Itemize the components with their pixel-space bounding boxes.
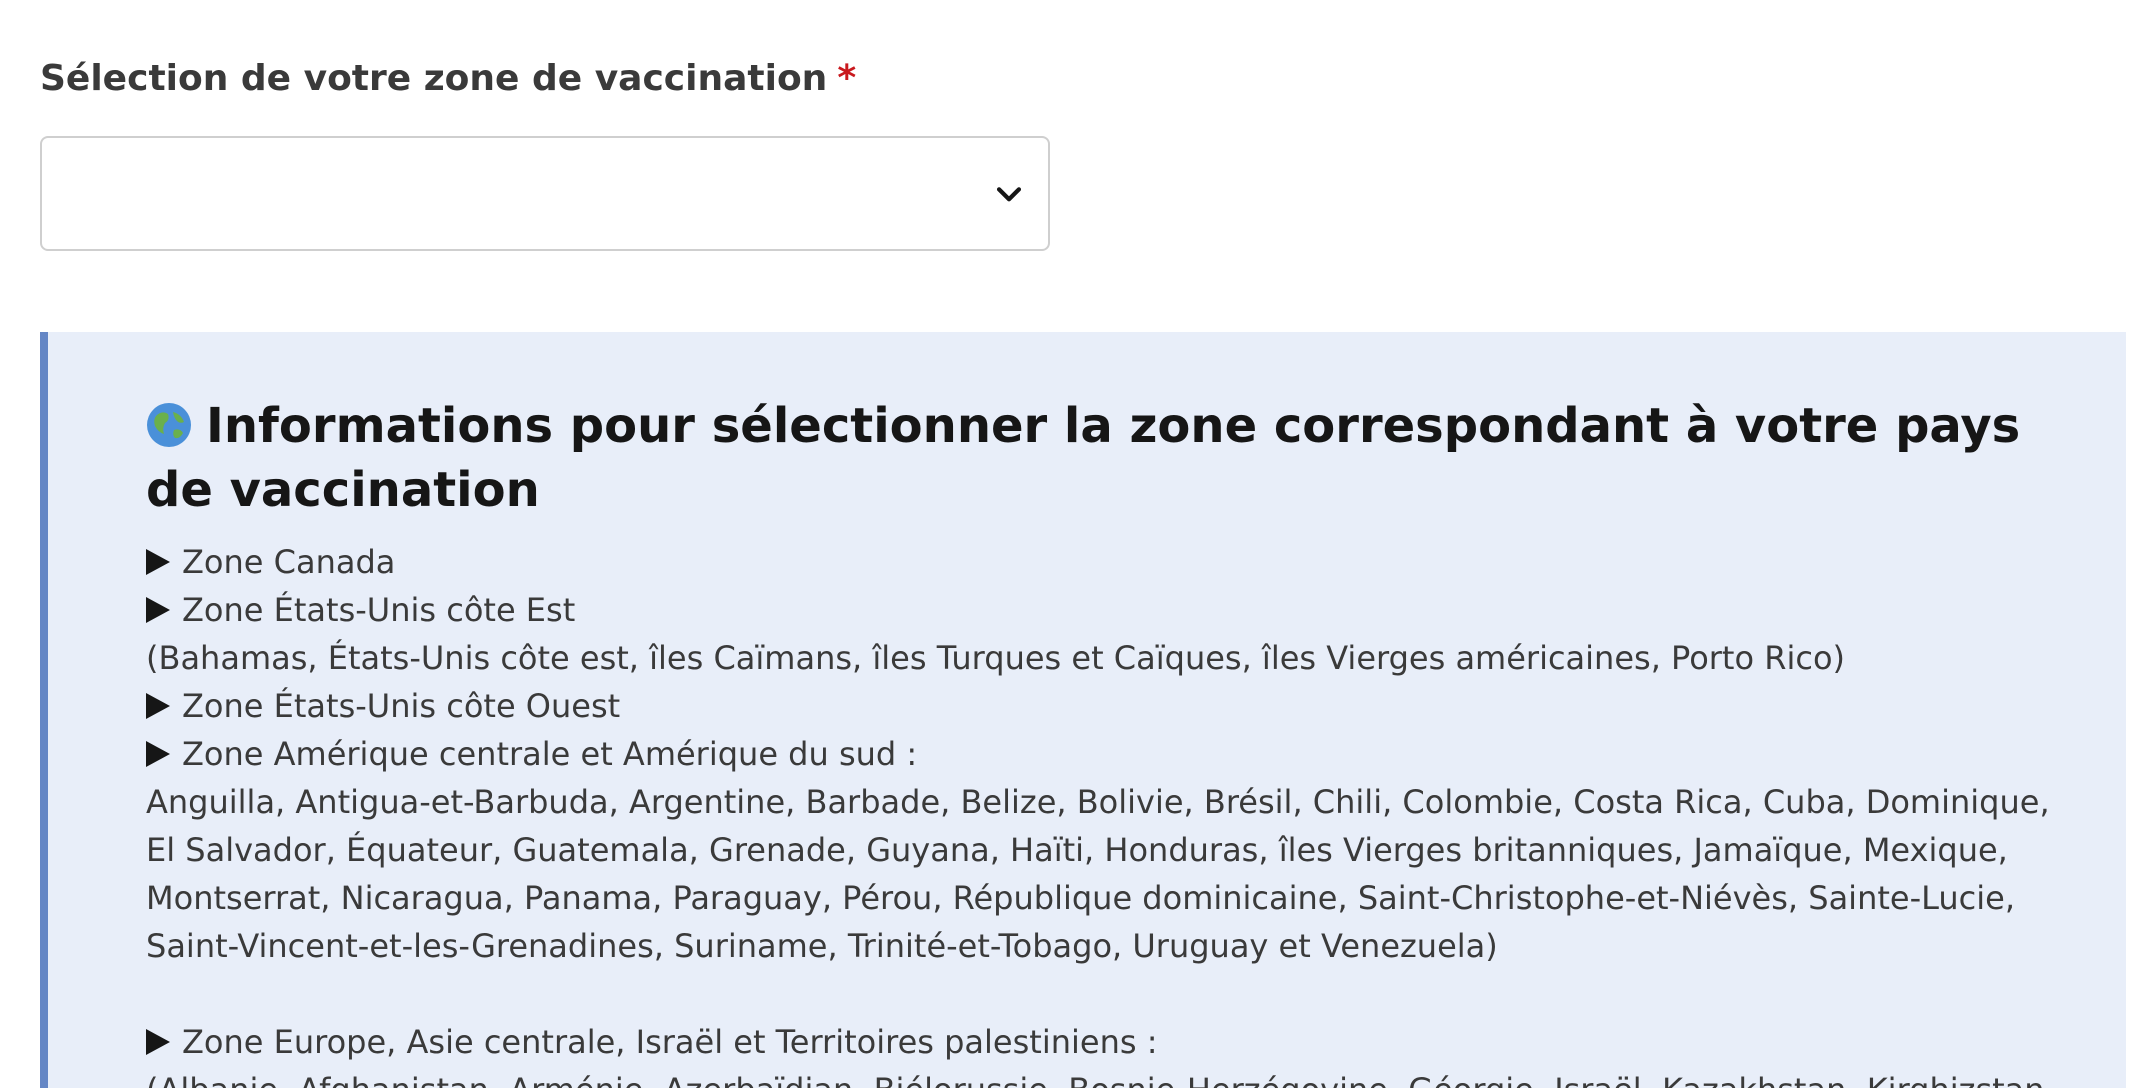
required-marker: * <box>837 58 857 99</box>
triangle-right-icon <box>146 549 170 575</box>
zone-name: Zone États-Unis côte Est <box>182 591 576 629</box>
zone-item: Zone États-Unis côte Ouest <box>146 682 2086 730</box>
zone-name: Zone Amérique centrale et Amérique du su… <box>182 735 918 773</box>
globe-icon <box>147 403 191 447</box>
zone-details: Anguilla, Antigua-et-Barbuda, Argentine,… <box>146 783 2050 965</box>
zone-item: Zone États-Unis côte Est <box>146 586 2086 634</box>
zone-list: Zone Canada Zone États-Unis côte Est (Ba… <box>146 538 2086 1088</box>
info-title-text: Informations pour sélectionner la zone c… <box>146 398 2021 518</box>
zone-info-callout: Informations pour sélectionner la zone c… <box>40 332 2126 1088</box>
zone-item: Zone Amérique centrale et Amérique du su… <box>146 730 2086 778</box>
zone-select-label-text: Sélection de votre zone de vaccination <box>40 58 828 99</box>
zone-details: (Bahamas, États-Unis côte est, îles Caïm… <box>146 639 1845 677</box>
triangle-right-icon <box>146 741 170 767</box>
triangle-right-icon <box>146 597 170 623</box>
zone-select[interactable] <box>40 136 1050 251</box>
chevron-down-icon <box>996 187 1022 202</box>
zone-item: Zone Canada <box>146 538 2086 586</box>
zone-name: Zone Canada <box>182 543 396 581</box>
info-title: Informations pour sélectionner la zone c… <box>146 394 2046 522</box>
zone-select-label: Sélection de votre zone de vaccination * <box>40 58 856 99</box>
triangle-right-icon <box>146 1029 170 1055</box>
zone-details: (Albanie, Afghanistan, Arménie, Azerbaïd… <box>146 1066 2086 1088</box>
zone-name: Zone Europe, Asie centrale, Israël et Te… <box>182 1023 1158 1061</box>
triangle-right-icon <box>146 693 170 719</box>
zone-item: Zone Europe, Asie centrale, Israël et Te… <box>146 1018 2086 1066</box>
zone-name: Zone États-Unis côte Ouest <box>182 687 621 725</box>
